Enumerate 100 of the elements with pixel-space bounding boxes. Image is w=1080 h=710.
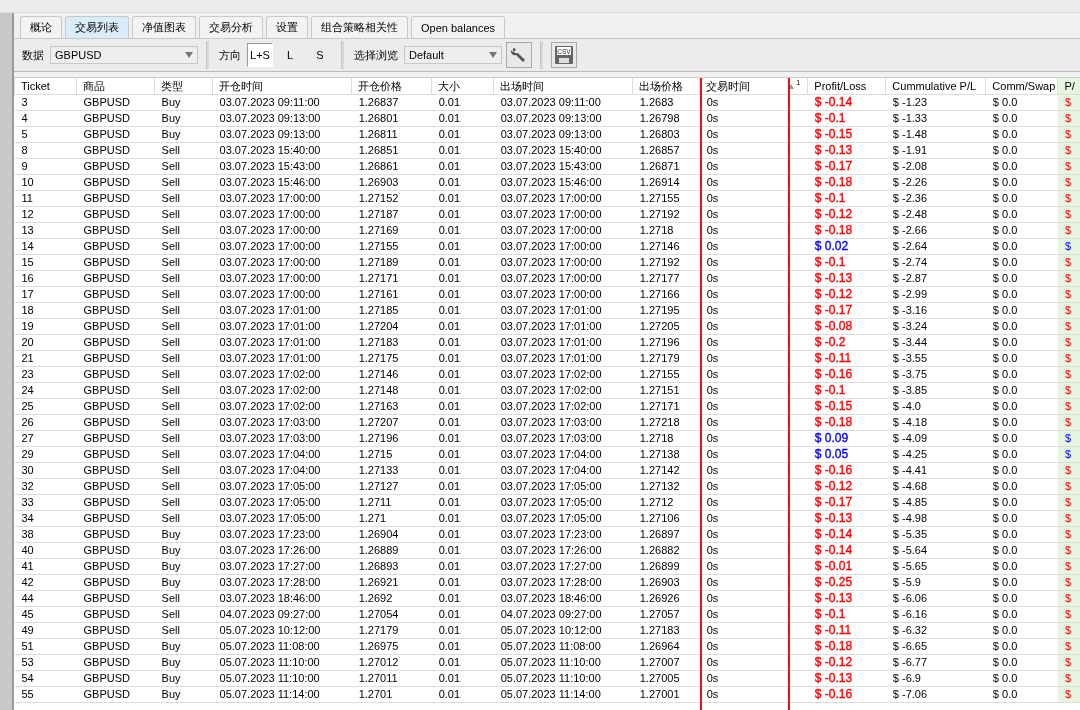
- view-label: 选择浏览: [353, 47, 399, 63]
- exit-time-cell: 04.07.2023 09:27:00: [500, 608, 602, 620]
- profit-cell: $: [1064, 368, 1071, 380]
- profit-cell: $: [1064, 256, 1071, 268]
- duration-cell: 0s: [706, 416, 719, 428]
- open-time-cell: 03.07.2023 17:00:00: [219, 272, 321, 284]
- column-header[interactable]: Comm/Swap: [992, 80, 1056, 92]
- duration-cell: 0s: [706, 640, 719, 652]
- column-header[interactable]: Profit/Loss: [814, 80, 867, 92]
- profit-cell: $: [1064, 400, 1071, 412]
- duration-cell: 0s: [706, 576, 719, 588]
- cumulative-cell: $ -4.85: [892, 496, 928, 508]
- cumulative-cell: $ -3.16: [892, 304, 928, 316]
- type-cell: Sell: [161, 160, 180, 172]
- direction-toggle[interactable]: L: [277, 43, 303, 67]
- view-dropdown[interactable]: Default: [404, 46, 502, 64]
- size-cell: 0.01: [438, 384, 461, 396]
- exit-price-cell: 1.26857: [639, 144, 680, 156]
- tab[interactable]: 交易列表: [65, 16, 129, 38]
- cumulative-cell: $ -3.55: [892, 352, 928, 364]
- profit-cell: $ -0.12: [814, 479, 853, 493]
- type-cell: Buy: [161, 544, 181, 556]
- exit-price-cell: 1.26798: [639, 112, 680, 124]
- tab[interactable]: 净值图表: [132, 16, 196, 38]
- duration-cell: 0s: [706, 608, 719, 620]
- column-header[interactable]: Ticket: [21, 80, 50, 92]
- open-time-cell: 03.07.2023 17:04:00: [219, 464, 321, 476]
- ticket-cell: 33: [21, 496, 34, 508]
- symbol-dropdown[interactable]: GBPUSD: [50, 46, 198, 64]
- duration-cell: 0s: [706, 304, 719, 316]
- commission-cell: $ 0.0: [992, 640, 1018, 652]
- type-cell: Sell: [161, 592, 180, 604]
- exit-price-cell: 1.2718: [639, 224, 674, 236]
- column-header[interactable]: Cummulative P/L: [892, 80, 977, 92]
- open-price-cell: 1.27163: [358, 400, 399, 412]
- column-header[interactable]: 出场时间: [500, 78, 545, 94]
- profit-cell: $ -0.12: [814, 287, 853, 301]
- symbol-cell: GBPUSD: [83, 400, 130, 412]
- column-header[interactable]: 交易时间: [706, 78, 751, 94]
- column-header[interactable]: 开仓时间: [219, 78, 264, 94]
- ticket-cell: 55: [21, 688, 34, 700]
- tab[interactable]: 设置: [266, 16, 308, 38]
- tab[interactable]: 组合策略相关性: [311, 16, 408, 38]
- open-time-cell: 03.07.2023 17:01:00: [219, 336, 321, 348]
- symbol-cell: GBPUSD: [83, 608, 130, 620]
- open-price-cell: 1.27171: [358, 272, 399, 284]
- open-price-cell: 1.27187: [358, 208, 399, 220]
- type-cell: Sell: [161, 496, 180, 508]
- open-time-cell: 03.07.2023 15:46:00: [219, 176, 321, 188]
- type-cell: Sell: [161, 352, 180, 364]
- size-cell: 0.01: [438, 304, 461, 316]
- size-cell: 0.01: [438, 528, 461, 540]
- commission-cell: $ 0.0: [992, 320, 1018, 332]
- ticket-cell: 23: [21, 368, 34, 380]
- open-time-cell: 03.07.2023 17:00:00: [219, 208, 321, 220]
- exit-price-cell: 1.27151: [639, 384, 680, 396]
- cumulative-cell: $ -2.66: [892, 224, 928, 236]
- tab[interactable]: 概论: [20, 16, 62, 38]
- open-price-cell: 1.27196: [358, 432, 399, 444]
- duration-cell: 0s: [706, 496, 719, 508]
- column-header[interactable]: 开仓价格: [358, 78, 403, 94]
- cumulative-cell: $ -4.98: [892, 512, 928, 524]
- direction-toggle[interactable]: L+S: [247, 43, 273, 67]
- column-header[interactable]: 商品: [83, 78, 105, 94]
- tab[interactable]: 交易分析: [199, 16, 263, 38]
- column-header[interactable]: 出场价格: [639, 78, 684, 94]
- exit-price-cell: 1.26914: [639, 176, 680, 188]
- type-cell: Sell: [161, 624, 180, 636]
- commission-cell: $ 0.0: [992, 288, 1018, 300]
- exit-time-cell: 03.07.2023 17:00:00: [500, 288, 602, 300]
- profit-cell: $: [1064, 560, 1071, 572]
- column-header[interactable]: 类型: [161, 78, 184, 94]
- open-time-cell: 03.07.2023 17:28:00: [219, 576, 321, 588]
- ticket-cell: 21: [21, 352, 34, 364]
- tab[interactable]: Open balances: [411, 16, 505, 38]
- wrench-button[interactable]: [506, 42, 532, 68]
- column-header[interactable]: 大小: [438, 78, 461, 94]
- size-cell: 0.01: [438, 400, 461, 412]
- exit-time-cell: 05.07.2023 11:10:00: [500, 672, 601, 684]
- cumulative-cell: $ -2.48: [892, 208, 928, 220]
- type-cell: Sell: [161, 288, 180, 300]
- profit-cell: $: [1064, 288, 1071, 300]
- open-time-cell: 05.07.2023 11:14:00: [219, 688, 320, 700]
- profit-cell: $ -0.15: [814, 127, 853, 141]
- ticket-cell: 5: [21, 128, 28, 140]
- symbol-cell: GBPUSD: [83, 528, 130, 540]
- size-cell: 0.01: [438, 208, 461, 220]
- exit-time-cell: 03.07.2023 17:03:00: [500, 416, 602, 428]
- profit-cell: $: [1064, 608, 1071, 620]
- symbol-cell: GBPUSD: [83, 176, 130, 188]
- direction-toggle[interactable]: S: [307, 43, 333, 67]
- exit-price-cell: 1.27166: [639, 288, 680, 300]
- commission-cell: $ 0.0: [992, 272, 1018, 284]
- exit-time-cell: 03.07.2023 17:04:00: [500, 448, 602, 460]
- open-price-cell: 1.27169: [358, 224, 399, 236]
- commission-cell: $ 0.0: [992, 336, 1018, 348]
- exit-price-cell: 1.27057: [639, 608, 680, 620]
- open-price-cell: 1.27054: [358, 608, 399, 620]
- open-time-cell: 03.07.2023 15:43:00: [219, 160, 321, 172]
- symbol-cell: GBPUSD: [83, 192, 130, 204]
